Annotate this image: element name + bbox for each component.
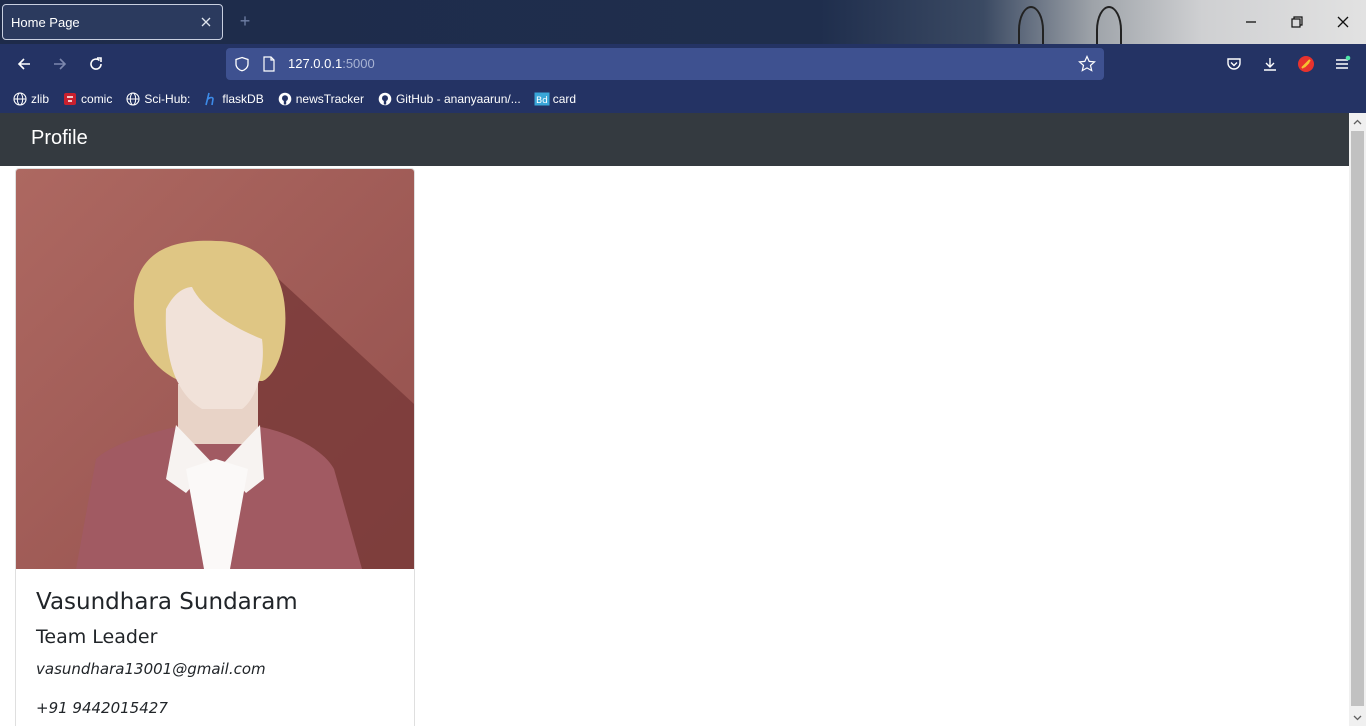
forward-arrow-icon [54,58,67,70]
profile-name: Vasundhara Sundaram [36,589,298,615]
browser-titlebar: Home Page + [0,0,1366,44]
github-icon [277,91,293,107]
extension-button[interactable] [1292,50,1320,78]
browser-tab[interactable]: Home Page [2,4,223,40]
bookmark-label: card [552,91,577,106]
bookmark-comic[interactable]: comic [62,91,112,107]
bookmark-label: Sci-Hub: [144,91,191,106]
page-content: Profile Vasundhara Sundaram Team Leader … [0,113,1349,726]
back-button[interactable] [10,50,38,78]
theme-decoration [1096,6,1122,44]
page-scrollbar[interactable] [1349,113,1366,726]
bookmark-newstracker[interactable]: newsTracker [277,91,364,107]
profile-role: Team Leader [36,626,158,648]
reload-icon [90,57,102,70]
url-port: :5000 [342,56,375,71]
new-tab-button[interactable]: + [236,12,254,30]
app-navbar: Profile [0,113,1349,166]
url-text[interactable]: 127.0.0.1:5000 [288,56,375,71]
back-arrow-icon [17,58,30,70]
bookmark-scihub[interactable]: Sci-Hub: [125,91,190,107]
downloads-button[interactable] [1256,50,1284,78]
url-bar[interactable]: 127.0.0.1:5000 [226,48,1104,80]
url-host: 127.0.0.1 [288,56,343,71]
svg-text:Bd: Bd [536,96,548,106]
globe-icon [12,91,28,107]
restore-button[interactable] [1282,8,1312,36]
h-icon [203,91,219,107]
card-body: Vasundhara Sundaram Team Leader vasundha… [36,589,298,717]
pocket-icon [1227,58,1241,70]
scroll-thumb[interactable] [1351,131,1364,706]
close-window-button[interactable] [1328,8,1358,36]
bookmark-card[interactable]: Bd card [534,91,576,107]
github-icon [377,91,393,107]
theme-decoration [1018,6,1044,44]
browser-navbar: 127.0.0.1:5000 [0,44,1366,84]
bookmark-flaskdb[interactable]: flaskDB [203,91,264,107]
bookmark-label: comic [81,91,113,106]
hamburger-menu-icon [1336,55,1351,69]
bookmark-zlib[interactable]: zlib [12,91,49,107]
download-icon [1264,58,1276,71]
extension-icon [1298,56,1314,72]
comic-icon [62,91,78,107]
profile-phone: +91 9442015427 [36,699,168,717]
globe-icon [125,91,141,107]
bd-icon: Bd [534,91,550,107]
shield-icon[interactable] [234,56,250,72]
page-icon [263,56,275,72]
tab-title: Home Page [11,14,80,30]
profile-card: Vasundhara Sundaram Team Leader vasundha… [15,168,415,726]
scroll-up-arrow-icon[interactable] [1349,113,1366,130]
bookmark-label: GitHub - ananyaarun/... [395,91,521,106]
bookmark-github[interactable]: GitHub - ananyaarun/... [377,91,521,107]
bookmark-label: flaskDB [222,91,264,106]
bookmark-label: zlib [31,91,50,106]
navbar-brand[interactable]: Profile [31,127,88,150]
tab-close-icon[interactable] [198,14,214,30]
bookmark-star-icon[interactable] [1078,55,1096,73]
scroll-down-arrow-icon[interactable] [1349,709,1366,726]
forward-button[interactable] [46,50,74,78]
menu-button[interactable] [1328,50,1356,78]
minimize-button[interactable] [1236,8,1266,36]
bookmarks-toolbar: zlib comic Sci-Hub: flaskDB newsTracker … [0,84,1366,113]
profile-avatar [16,169,414,569]
reload-button[interactable] [82,50,110,78]
profile-email: vasundhara13001@gmail.com [36,660,266,678]
bookmark-label: newsTracker [295,91,364,106]
pocket-button[interactable] [1220,50,1248,78]
